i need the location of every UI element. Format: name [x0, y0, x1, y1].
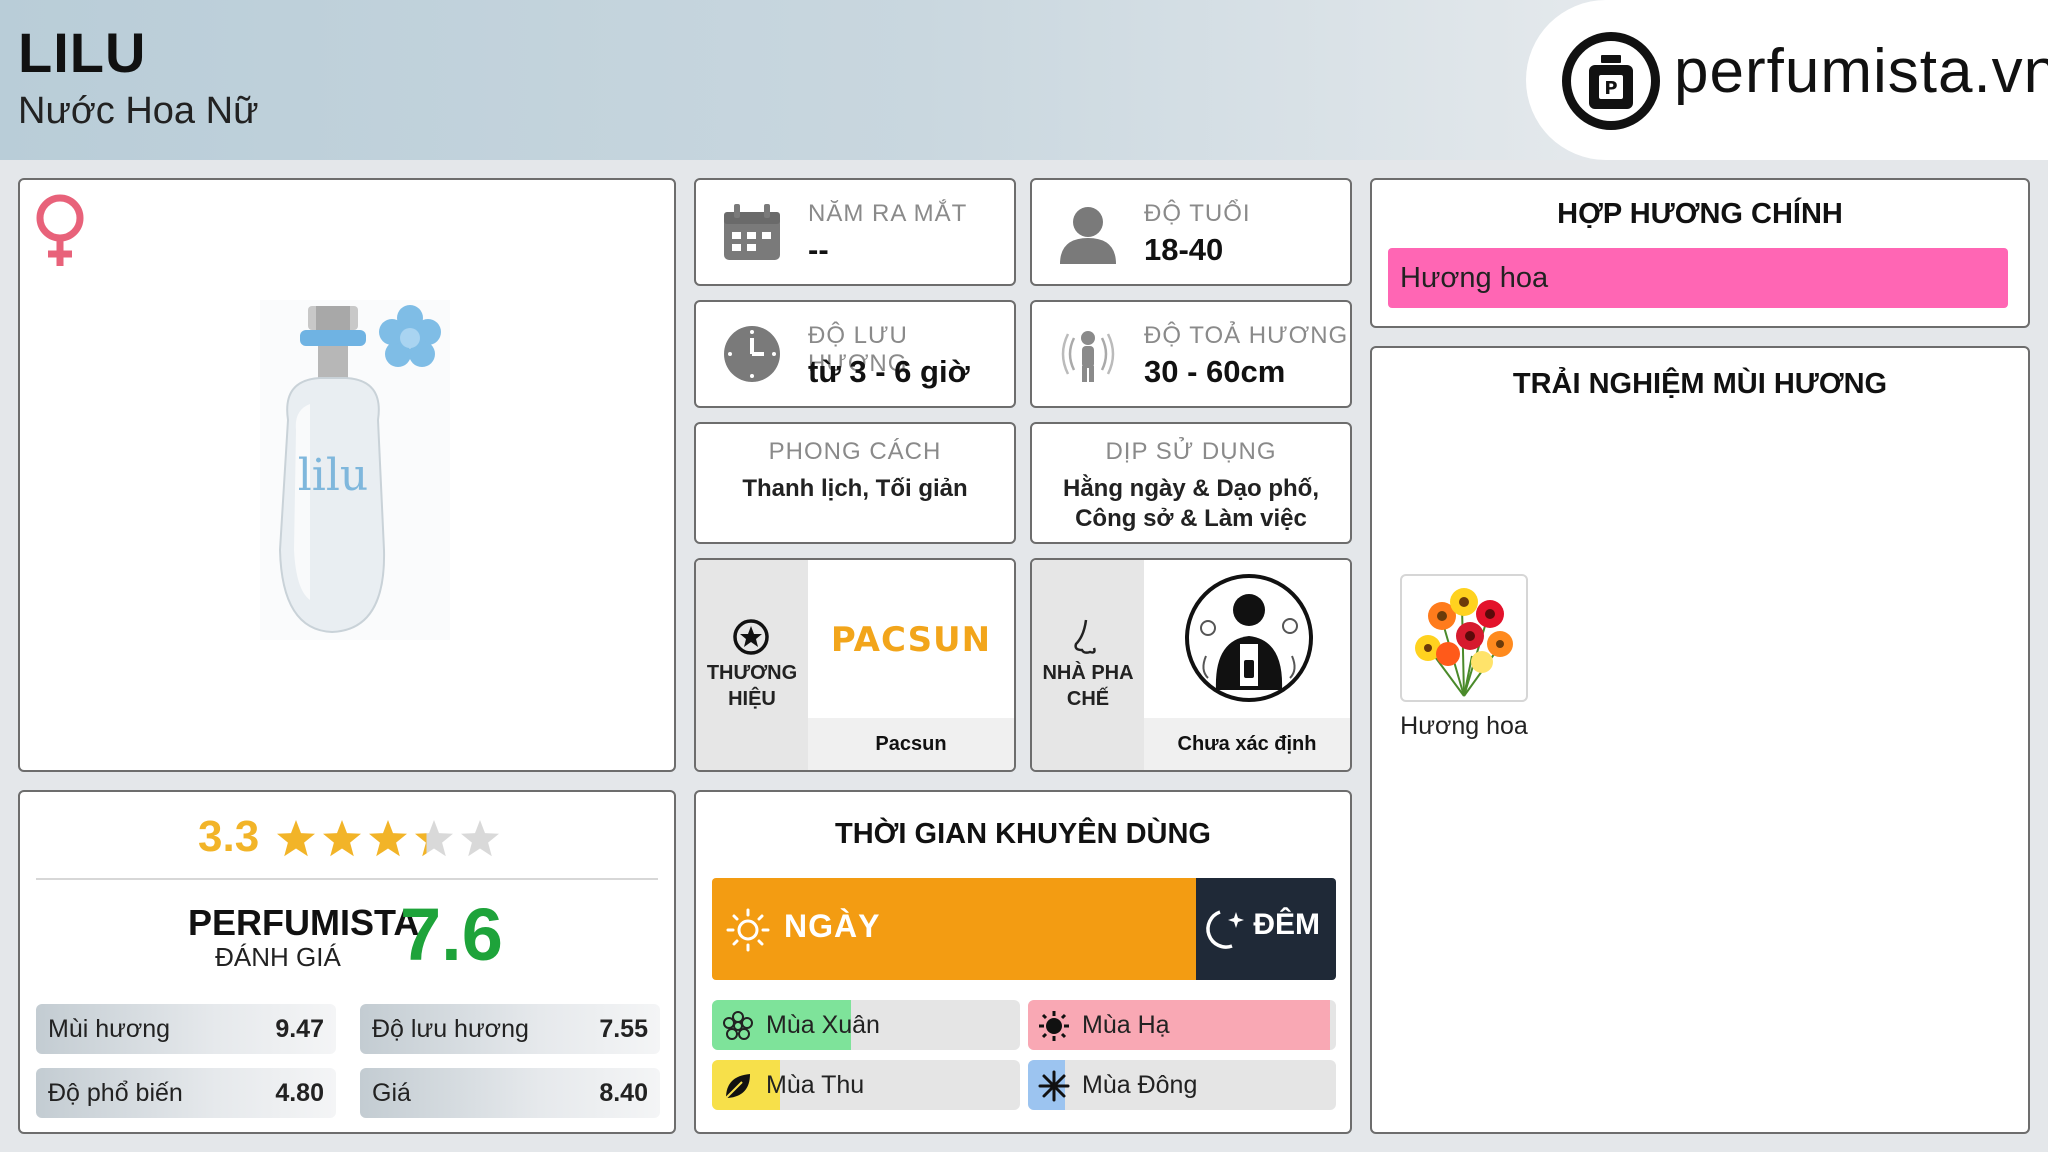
perfumista-score: 7.6 — [400, 893, 503, 976]
metric-label: Mùi hương — [48, 1015, 171, 1043]
longevity-card: ĐỘ LƯU HƯƠNG từ 3 - 6 giờ — [694, 300, 1016, 408]
star-badge-icon — [732, 618, 770, 661]
main-accords-card: HỢP HƯƠNG CHÍNH Hương hoa — [1370, 178, 2030, 328]
day-segment: NGÀY — [712, 878, 1196, 980]
main-accords-title: HỢP HƯƠNG CHÍNH — [1557, 198, 1843, 230]
brand-logo: PACSUN — [808, 560, 1014, 714]
scent-experience-title: TRẢI NGHIỆM MÙI HƯƠNG — [1512, 368, 1888, 400]
perfumer-label: NHÀ PHA CHẾ — [1042, 662, 1134, 710]
metric-value: 7.55 — [599, 1015, 648, 1043]
perfumista-sub-label: ĐÁNH GIÁ — [215, 942, 341, 972]
scent-experience-card: TRẢI NGHIỆM MÙI HƯƠNG Hương hoa — [1370, 346, 2030, 1134]
perfume-bottle-logo-icon: P — [1562, 32, 1660, 130]
recommended-time-card: THỜI GIAN KHUYÊN DÙNG NGÀY ĐÊM Mùa Xuân … — [694, 790, 1352, 1134]
age-label: ĐỘ TUỔI — [1144, 200, 1251, 227]
longevity-value: từ 3 - 6 giờ — [808, 354, 970, 389]
season-label: Mùa Thu — [766, 1071, 865, 1099]
season-winter: Mùa Đông — [1028, 1060, 1336, 1110]
perfumer-card[interactable]: NHÀ PHA CHẾ Chưa xác định — [1030, 558, 1352, 772]
style-card: PHONG CÁCH Thanh lịch, Tối giản — [694, 422, 1016, 544]
season-fill — [1028, 1000, 1330, 1050]
clock-icon — [722, 324, 782, 389]
svg-text:P: P — [1604, 78, 1617, 99]
accord-label: Hương hoa — [1400, 262, 1549, 294]
accord-bar-floral: Hương hoa — [1388, 248, 2008, 308]
occasion-card: DỊP SỬ DỤNG Hằng ngày & Dạo phố, Công sở… — [1030, 422, 1352, 544]
flower-bouquet-icon — [1415, 588, 1513, 697]
sillage-person-icon — [1058, 324, 1118, 389]
launch-year-label: NĂM RA MẮT — [808, 200, 968, 227]
metric-scent: Mùi hương 9.47 — [36, 1004, 336, 1054]
launch-year-card: NĂM RA MẮT -- — [694, 178, 1016, 286]
divider — [36, 878, 658, 880]
launch-year-value: -- — [808, 232, 829, 267]
user-icon — [1058, 204, 1118, 269]
site-name: perfumista.vn — [1674, 37, 2048, 106]
user-rating-score: 3.3 — [198, 812, 260, 861]
star-icon — [461, 820, 499, 857]
star-rating — [272, 816, 512, 869]
sillage-value: 30 - 60cm — [1144, 354, 1286, 389]
sun-icon — [726, 908, 770, 952]
star-icon — [415, 820, 453, 857]
metric-price: Giá 8.40 — [360, 1068, 660, 1118]
note-label: Hương hoa — [1400, 712, 1528, 740]
style-label: PHONG CÁCH — [768, 438, 942, 465]
metric-label: Giá — [372, 1079, 411, 1107]
female-gender-icon — [32, 192, 88, 275]
metric-value: 8.40 — [599, 1079, 648, 1107]
nose-icon — [1072, 618, 1102, 663]
recommended-time-title: THỜI GIAN KHUYÊN DÙNG — [835, 818, 1211, 850]
sillage-label: ĐỘ TOẢ HƯƠNG — [1144, 322, 1349, 349]
perfumer-avatar-icon — [1185, 574, 1313, 702]
perfumer-image — [1144, 560, 1350, 714]
brand-logo-text: PACSUN — [830, 620, 992, 660]
day-label: NGÀY — [784, 908, 881, 944]
sillage-card: ĐỘ TOẢ HƯƠNG 30 - 60cm — [1030, 300, 1352, 408]
snowflake-icon — [1038, 1070, 1070, 1102]
site-logo[interactable]: P perfumista.vn — [1526, 0, 2048, 160]
sun-fill-icon — [1039, 1011, 1069, 1041]
metric-value: 9.47 — [275, 1015, 324, 1043]
perfumista-label: PERFUMISTA — [188, 902, 420, 943]
occasion-label: DỊP SỬ DỤNG — [1105, 438, 1277, 465]
bottle-label-text: lilu — [298, 450, 369, 501]
brand-name: Pacsun — [808, 718, 1014, 770]
note-image-floral[interactable] — [1400, 574, 1528, 702]
season-label: Mùa Đông — [1082, 1071, 1198, 1099]
metric-longevity: Độ lưu hương 7.55 — [360, 1004, 660, 1054]
page-header: LILU Nước Hoa Nữ P perfumista.vn — [0, 0, 2048, 160]
age-value: 18-40 — [1144, 232, 1224, 267]
season-summer: Mùa Hạ — [1028, 1000, 1336, 1050]
leaf-icon — [725, 1074, 750, 1099]
star-icon — [277, 820, 315, 857]
season-label: Mùa Xuân — [766, 1011, 880, 1039]
product-image-card: lilu — [18, 178, 676, 772]
metric-value: 4.80 — [275, 1079, 324, 1107]
star-icon — [323, 820, 361, 857]
perfume-bottle-image: lilu — [260, 300, 450, 645]
rating-card: 3.3 PERFUMISTA ĐÁNH GIÁ 7.6 Mùi hương 9.… — [18, 790, 676, 1134]
season-autumn: Mùa Thu — [712, 1060, 1020, 1110]
star-icon — [369, 820, 407, 857]
metric-label: Độ lưu hương — [372, 1015, 529, 1043]
age-card: ĐỘ TUỔI 18-40 — [1030, 178, 1352, 286]
season-label: Mùa Hạ — [1082, 1011, 1170, 1039]
brand-label: THƯƠNG HIỆU — [706, 662, 798, 710]
metric-label: Độ phổ biến — [48, 1079, 183, 1107]
style-value: Thanh lịch, Tối giản — [742, 475, 968, 502]
moon-icon — [1206, 910, 1244, 949]
night-segment: ĐÊM — [1196, 878, 1336, 980]
perfume-category: Nước Hoa Nữ — [18, 90, 259, 132]
calendar-icon — [722, 204, 782, 267]
day-night-bar: NGÀY ĐÊM — [712, 878, 1336, 980]
metric-popularity: Độ phổ biến 4.80 — [36, 1068, 336, 1118]
occasion-value: Hằng ngày & Dạo phố, Công sở & Làm việc — [1062, 475, 1319, 532]
season-spring: Mùa Xuân — [712, 1000, 1020, 1050]
night-label: ĐÊM — [1253, 908, 1320, 941]
perfume-name: LILU — [18, 21, 147, 84]
brand-card[interactable]: THƯƠNG HIỆU PACSUN Pacsun — [694, 558, 1016, 772]
flower-icon — [723, 1011, 753, 1040]
perfumer-name: Chưa xác định — [1144, 718, 1350, 770]
